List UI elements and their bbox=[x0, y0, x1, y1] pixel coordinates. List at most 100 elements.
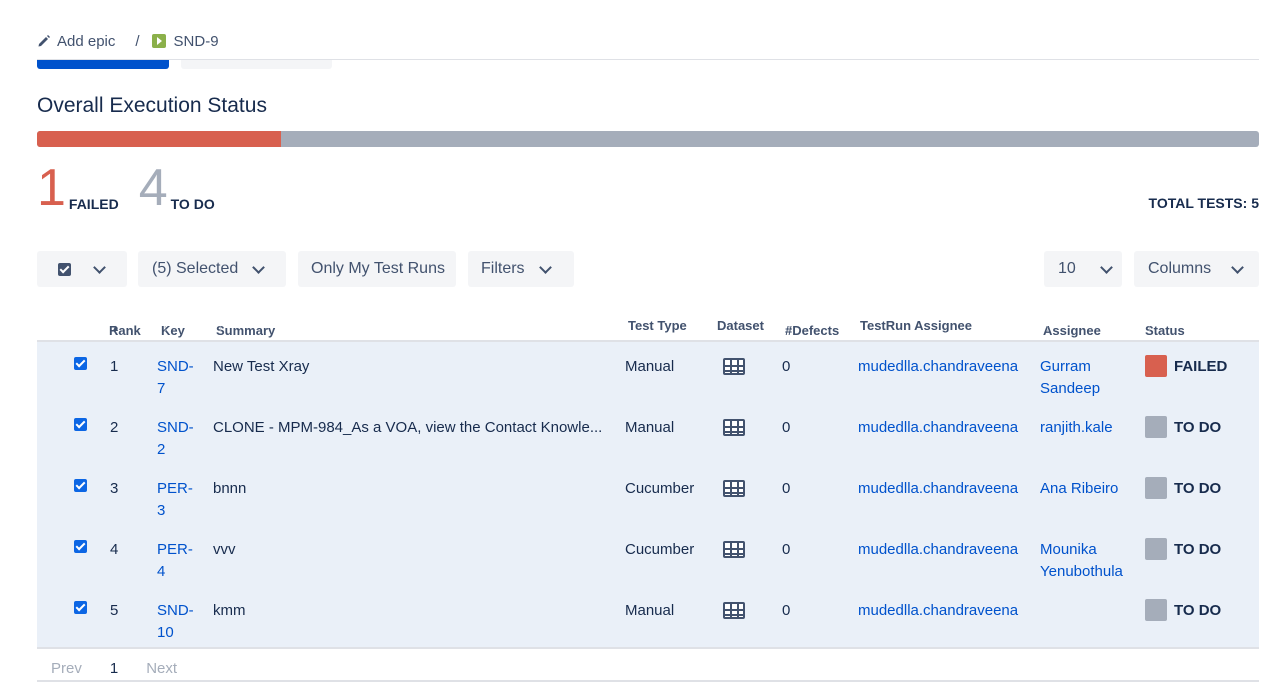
row-assignee[interactable]: Mounika Yenubothula bbox=[1040, 539, 1123, 583]
status-swatch bbox=[1145, 416, 1167, 438]
pencil-icon bbox=[38, 35, 50, 47]
row-checkbox[interactable] bbox=[74, 540, 87, 553]
filters-dropdown[interactable]: Filters bbox=[468, 251, 574, 287]
page-size-select[interactable]: 10 bbox=[1044, 251, 1122, 287]
row-assignee[interactable]: Gurram Sandeep bbox=[1040, 356, 1100, 400]
only-my-test-runs-button[interactable]: Only My Test Runs bbox=[298, 251, 456, 287]
test-runs-table: Rank ▲ Key ↕ Summary ↕ Test Type Dataset #D… bbox=[37, 313, 1259, 649]
row-testrun-assignee[interactable]: mudedlla.chandraveena bbox=[858, 417, 1018, 439]
column-testrun-assignee: TestRun Assignee bbox=[860, 318, 972, 333]
table-row[interactable]: 3 PER- 3 bnnn Cucumber 0 mudedlla.chandraveena… bbox=[37, 464, 1259, 525]
todo-count-number: 4 bbox=[138, 159, 168, 217]
status-swatch bbox=[1145, 538, 1167, 560]
pagination: Prev 1 Next bbox=[37, 660, 177, 677]
issue-key-link[interactable]: SND-9 bbox=[174, 33, 219, 50]
row-status: TO DO bbox=[1145, 599, 1221, 621]
dataset-grid-icon[interactable] bbox=[723, 419, 745, 436]
status-counts: 1 FAILED 4 TO DO bbox=[37, 162, 235, 214]
row-rank: 5 bbox=[110, 602, 119, 619]
row-test-type: Manual bbox=[625, 358, 675, 375]
row-summary: New Test Xray bbox=[213, 358, 310, 375]
chevron-down-icon bbox=[93, 260, 106, 274]
row-rank: 2 bbox=[110, 419, 119, 436]
selected-label: (5) Selected bbox=[152, 260, 239, 277]
todo-count-label: TO DO bbox=[170, 196, 215, 212]
dataset-grid-icon[interactable] bbox=[723, 480, 745, 497]
secondary-action-button[interactable] bbox=[181, 60, 332, 69]
row-status: TO DO bbox=[1145, 477, 1221, 499]
row-rank: 1 bbox=[110, 358, 119, 375]
dataset-grid-icon[interactable] bbox=[723, 541, 745, 558]
bulk-select-dropdown[interactable] bbox=[37, 251, 127, 287]
row-summary: vvv bbox=[213, 541, 236, 558]
execution-progress-bar bbox=[37, 131, 1259, 147]
row-rank: 3 bbox=[110, 480, 119, 497]
table-body: 1 SND- 7 New Test Xray Manual 0 mudedlla.chand… bbox=[37, 342, 1259, 647]
table-row[interactable]: 4 PER- 4 vvv Cucumber 0 mudedlla.chandraveena M… bbox=[37, 525, 1259, 586]
table-row[interactable]: 5 SND- 10 kmm Manual 0 mudedlla.chandraveena TO… bbox=[37, 586, 1259, 647]
table-header: Rank ▲ Key ↕ Summary ↕ Test Type Dataset #D… bbox=[37, 313, 1259, 342]
status-swatch bbox=[1145, 355, 1167, 377]
row-test-type: Manual bbox=[625, 419, 675, 436]
status-swatch bbox=[1145, 599, 1167, 621]
row-rank: 4 bbox=[110, 541, 119, 558]
story-icon bbox=[151, 34, 166, 48]
row-key-link[interactable]: PER- 4 bbox=[157, 539, 193, 583]
chevron-down-icon bbox=[1231, 260, 1245, 274]
row-key-link[interactable]: PER- 3 bbox=[157, 478, 193, 522]
row-checkbox[interactable] bbox=[74, 418, 87, 431]
row-testrun-assignee[interactable]: mudedlla.chandraveena bbox=[858, 539, 1018, 561]
next-page-link[interactable]: Next bbox=[146, 660, 177, 677]
bulk-checkbox-icon bbox=[58, 262, 71, 276]
table-row[interactable]: 1 SND- 7 New Test Xray Manual 0 mudedlla.chand… bbox=[37, 342, 1259, 403]
filters-label: Filters bbox=[481, 260, 525, 277]
footer-divider bbox=[37, 680, 1259, 682]
prev-page-link[interactable]: Prev bbox=[51, 660, 82, 677]
failed-count-label: FAILED bbox=[68, 196, 119, 212]
failed-count: 1 FAILED bbox=[37, 162, 119, 214]
row-testrun-assignee[interactable]: mudedlla.chandraveena bbox=[858, 356, 1018, 378]
row-summary: bnnn bbox=[213, 480, 247, 497]
column-test-type: Test Type bbox=[628, 318, 687, 333]
table-bottom-divider bbox=[37, 647, 1259, 649]
page-size-value: 10 bbox=[1058, 260, 1076, 277]
columns-label: Columns bbox=[1148, 260, 1212, 277]
row-summary: kmm bbox=[213, 602, 246, 619]
failed-count-number: 1 bbox=[37, 159, 66, 217]
chevron-down-icon bbox=[538, 260, 552, 274]
chevron-down-icon bbox=[1099, 260, 1113, 274]
column-dataset: Dataset bbox=[717, 318, 764, 333]
row-assignee[interactable]: ranjith.kale bbox=[1040, 417, 1113, 439]
row-assignee[interactable]: Ana Ribeiro bbox=[1040, 478, 1118, 500]
row-defects: 0 bbox=[782, 419, 791, 436]
row-test-type: Cucumber bbox=[625, 541, 695, 558]
progress-failed-segment bbox=[37, 131, 282, 147]
row-checkbox[interactable] bbox=[74, 601, 87, 614]
row-status: FAILED bbox=[1145, 355, 1227, 377]
columns-dropdown[interactable]: Columns bbox=[1134, 251, 1259, 287]
row-testrun-assignee[interactable]: mudedlla.chandraveena bbox=[858, 600, 1018, 622]
breadcrumb: Add epic / SND-9 bbox=[37, 31, 219, 51]
table-row[interactable]: 2 SND- 2 CLONE - MPM-984_As a VOA, view the… bbox=[37, 403, 1259, 464]
row-test-type: Cucumber bbox=[625, 480, 695, 497]
dataset-grid-icon[interactable] bbox=[723, 358, 745, 375]
primary-action-button[interactable] bbox=[37, 60, 169, 69]
add-epic-link[interactable]: Add epic bbox=[57, 33, 115, 50]
only-my-test-runs-label: Only My Test Runs bbox=[311, 260, 445, 277]
row-test-type: Manual bbox=[625, 602, 675, 619]
row-status: TO DO bbox=[1145, 538, 1221, 560]
selected-dropdown[interactable]: (5) Selected bbox=[138, 251, 286, 287]
row-key-link[interactable]: SND- 2 bbox=[157, 417, 194, 461]
row-key-link[interactable]: SND- 7 bbox=[157, 356, 194, 400]
chevron-down-icon bbox=[252, 260, 266, 274]
row-key-link[interactable]: SND- 10 bbox=[157, 600, 194, 644]
row-defects: 0 bbox=[782, 541, 791, 558]
current-page[interactable]: 1 bbox=[110, 660, 118, 677]
row-checkbox[interactable] bbox=[74, 357, 87, 370]
section-title: Overall Execution Status bbox=[37, 94, 267, 117]
row-checkbox[interactable] bbox=[74, 479, 87, 492]
row-defects: 0 bbox=[782, 602, 791, 619]
dataset-grid-icon[interactable] bbox=[723, 602, 745, 619]
row-testrun-assignee[interactable]: mudedlla.chandraveena bbox=[858, 478, 1018, 500]
todo-count: 4 TO DO bbox=[139, 162, 215, 214]
